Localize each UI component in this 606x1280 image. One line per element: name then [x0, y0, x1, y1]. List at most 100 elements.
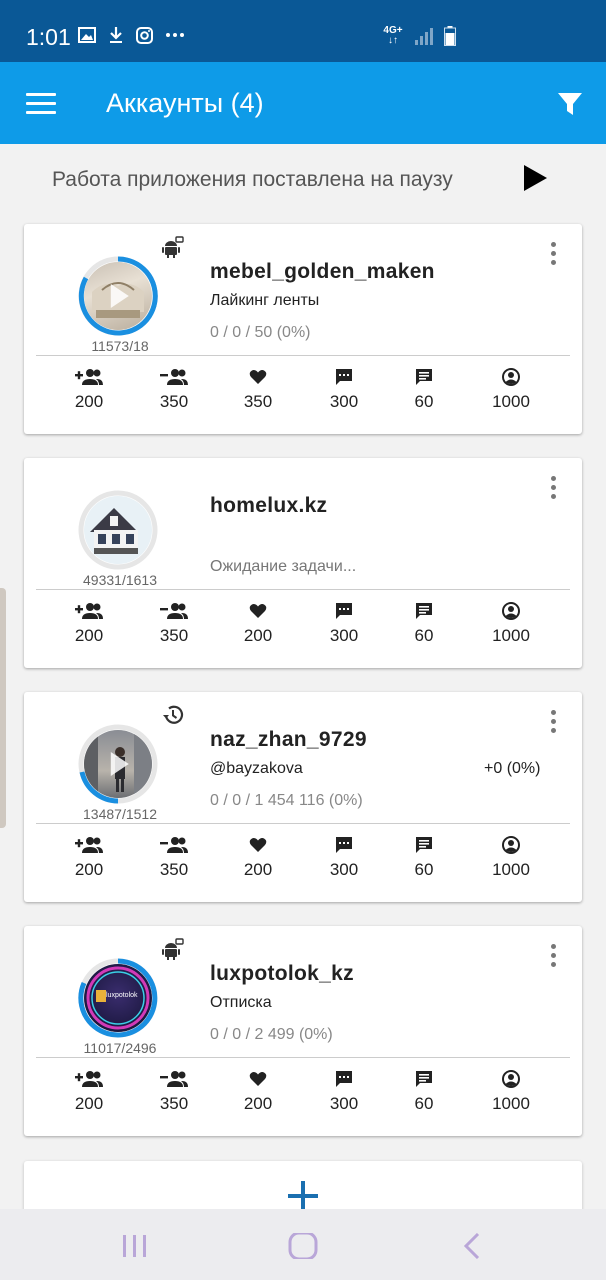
comment-icon	[336, 837, 352, 853]
account-card[interactable]: 49331/1613 homelux.kz Ожидание задачи...…	[24, 458, 582, 668]
limit-message[interactable]: 60	[384, 602, 464, 646]
divider	[36, 589, 570, 590]
battery-icon	[444, 26, 456, 46]
unfollow-icon	[160, 837, 188, 853]
message-icon	[416, 837, 432, 853]
heart-icon	[249, 604, 267, 618]
follow-icon	[75, 837, 103, 853]
video-play-icon	[110, 284, 129, 308]
limits-row: 200 350 200 300 60 1000	[24, 602, 582, 652]
followers-stats: 49331/1613	[83, 572, 157, 588]
limit-follow[interactable]: 200	[49, 368, 129, 412]
image-icon	[78, 27, 96, 43]
follow-icon	[75, 603, 103, 619]
hamburger-icon[interactable]	[26, 93, 56, 115]
task-progress: 0 / 0 / 2 499 (0%)	[210, 1026, 333, 1043]
more-options-icon[interactable]	[544, 944, 562, 970]
limit-profile[interactable]: 1000	[471, 1070, 551, 1114]
account-card[interactable]: luxpotolok 11017/2496 luxpotolok_kz Отпи…	[24, 926, 582, 1136]
avatar[interactable]	[78, 490, 158, 570]
limit-unfollow[interactable]: 350	[134, 368, 214, 412]
limit-follow[interactable]: 200	[49, 602, 129, 646]
play-icon[interactable]	[522, 164, 548, 192]
home-icon[interactable]	[288, 1233, 318, 1259]
limit-like[interactable]: 200	[218, 602, 298, 646]
followers-stats: 13487/1512	[83, 806, 157, 822]
status-bar: 1:01 4G+ ↓↑	[0, 0, 606, 62]
page-title: Аккаунты (4)	[106, 88, 264, 118]
signal-icon	[415, 28, 433, 45]
limit-like[interactable]: 200	[218, 1070, 298, 1114]
limits-row: 200 350 350 300 60 1000	[24, 368, 582, 418]
limit-unfollow[interactable]: 350	[134, 602, 214, 646]
account-username: homelux.kz	[210, 494, 328, 517]
avatar-logo-text: luxpotolok	[106, 992, 138, 999]
limit-profile[interactable]: 1000	[471, 602, 551, 646]
unfollow-icon	[160, 369, 188, 385]
edge-panel-handle[interactable]	[0, 588, 6, 828]
task-progress: 0 / 0 / 50 (0%)	[210, 324, 311, 341]
divider	[36, 355, 570, 356]
profile-icon	[502, 602, 520, 620]
limit-comment[interactable]: 300	[304, 1070, 384, 1114]
back-icon[interactable]	[458, 1233, 488, 1259]
task-delta: +0 (0%)	[484, 760, 541, 777]
avatar[interactable]	[78, 256, 158, 336]
limit-like[interactable]: 350	[218, 368, 298, 412]
limit-unfollow[interactable]: 350	[134, 836, 214, 880]
message-icon	[416, 369, 432, 385]
network-indicator: 4G+ ↓↑	[383, 25, 403, 46]
account-username: naz_zhan_9729	[210, 728, 367, 751]
divider	[36, 1057, 570, 1058]
history-icon	[163, 705, 184, 724]
task-target: @bayzakova	[210, 760, 303, 777]
account-username: mebel_golden_maken	[210, 260, 435, 283]
android-icon	[162, 236, 184, 258]
more-options-icon[interactable]	[544, 242, 562, 268]
limit-comment[interactable]: 300	[304, 836, 384, 880]
followers-stats: 11017/2496	[83, 1040, 157, 1056]
limit-follow[interactable]: 200	[49, 836, 129, 880]
heart-icon	[249, 1072, 267, 1086]
follow-icon	[75, 369, 103, 385]
heart-icon	[249, 370, 267, 384]
account-card[interactable]: 11573/18 mebel_golden_maken Лайкинг лент…	[24, 224, 582, 434]
instagram-icon	[136, 26, 153, 44]
follow-icon	[75, 1071, 103, 1087]
limit-profile[interactable]: 1000	[471, 836, 551, 880]
task-label: Лайкинг ленты	[210, 292, 320, 309]
comment-icon	[336, 369, 352, 385]
limit-comment[interactable]: 300	[304, 602, 384, 646]
comment-icon	[336, 603, 352, 619]
filter-icon[interactable]	[556, 90, 584, 118]
followers-stats: 11573/18	[91, 338, 149, 354]
avatar[interactable]: luxpotolok	[78, 958, 158, 1038]
download-icon	[110, 27, 122, 43]
limit-comment[interactable]: 300	[304, 368, 384, 412]
limit-unfollow[interactable]: 350	[134, 1070, 214, 1114]
limit-message[interactable]: 60	[384, 1070, 464, 1114]
limit-like[interactable]: 200	[218, 836, 298, 880]
more-options-icon[interactable]	[544, 710, 562, 736]
android-icon	[162, 938, 184, 960]
limit-follow[interactable]: 200	[49, 1070, 129, 1114]
plus-icon	[288, 1181, 318, 1211]
pause-message: Работа приложения поставлена на паузу	[52, 168, 453, 191]
task-progress: 0 / 0 / 1 454 116 (0%)	[210, 792, 363, 809]
more-dots-icon	[166, 33, 184, 37]
unfollow-icon	[160, 1071, 188, 1087]
account-card[interactable]: 13487/1512 naz_zhan_9729 @bayzakova +0 (…	[24, 692, 582, 902]
limit-message[interactable]: 60	[384, 836, 464, 880]
app-bar: Аккаунты (4)	[0, 62, 606, 144]
more-options-icon[interactable]	[544, 476, 562, 502]
profile-icon	[502, 368, 520, 386]
avatar[interactable]	[78, 724, 158, 804]
task-label: Отписка	[210, 994, 272, 1011]
task-label: Ожидание задачи...	[210, 558, 357, 575]
recent-apps-icon[interactable]	[120, 1233, 150, 1259]
heart-icon	[249, 838, 267, 852]
pause-banner: Работа приложения поставлена на паузу	[0, 144, 606, 214]
divider	[36, 823, 570, 824]
limit-message[interactable]: 60	[384, 368, 464, 412]
limit-profile[interactable]: 1000	[471, 368, 551, 412]
